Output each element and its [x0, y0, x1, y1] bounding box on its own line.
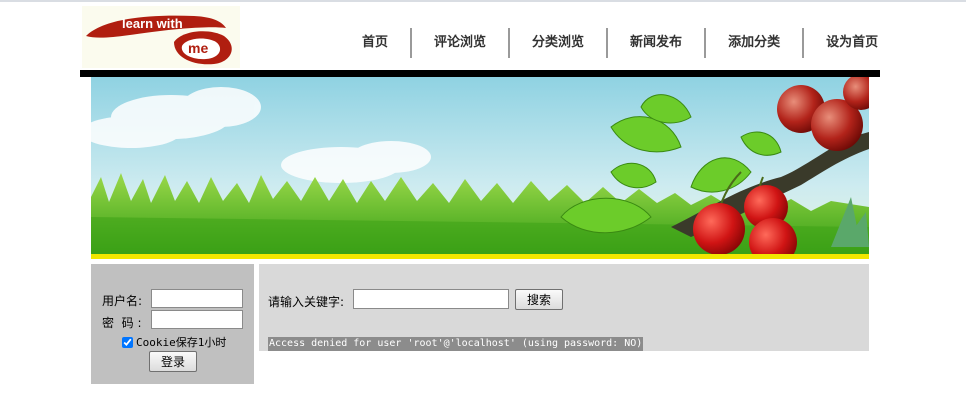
keyword-label: 请输入关键字: [268, 295, 345, 309]
nav-comments[interactable]: 评论浏览 [410, 28, 508, 58]
nav-home[interactable]: 首页 [340, 28, 410, 58]
cookie-checkbox[interactable] [122, 336, 133, 348]
password-label: 密 码 : [102, 316, 142, 330]
browser-top-rule [0, 0, 966, 2]
banner-yellow-strip [91, 254, 869, 259]
error-message: Access denied for user 'root'@'localhost… [268, 337, 644, 351]
banner-image [91, 77, 869, 258]
login-panel: 用户名: 密 码 : Cookie保存1小时 登录 [91, 264, 254, 384]
cookie-option[interactable]: Cookie保存1小时 [122, 334, 226, 350]
login-button[interactable]: 登录 [149, 351, 197, 372]
username-input[interactable] [151, 289, 243, 308]
nav-add-category[interactable]: 添加分类 [704, 28, 802, 58]
header-divider [80, 70, 880, 77]
svg-text:me: me [188, 40, 208, 56]
site-logo[interactable]: learn with me [82, 6, 240, 68]
search-button[interactable]: 搜索 [515, 289, 563, 310]
search-panel: 请输入关键字: 搜索 Access denied for user 'root'… [259, 264, 869, 351]
nav-set-homepage[interactable]: 设为首页 [802, 28, 900, 58]
main-nav: 首页 评论浏览 分类浏览 新闻发布 添加分类 设为首页 [340, 28, 900, 58]
password-input[interactable] [151, 310, 243, 329]
svg-text:learn with: learn with [122, 16, 183, 31]
nav-categories[interactable]: 分类浏览 [508, 28, 606, 58]
username-label: 用户名: [102, 294, 143, 308]
nav-publish-news[interactable]: 新闻发布 [606, 28, 704, 58]
cookie-label: Cookie保存1小时 [136, 336, 227, 349]
keyword-input[interactable] [353, 289, 509, 309]
